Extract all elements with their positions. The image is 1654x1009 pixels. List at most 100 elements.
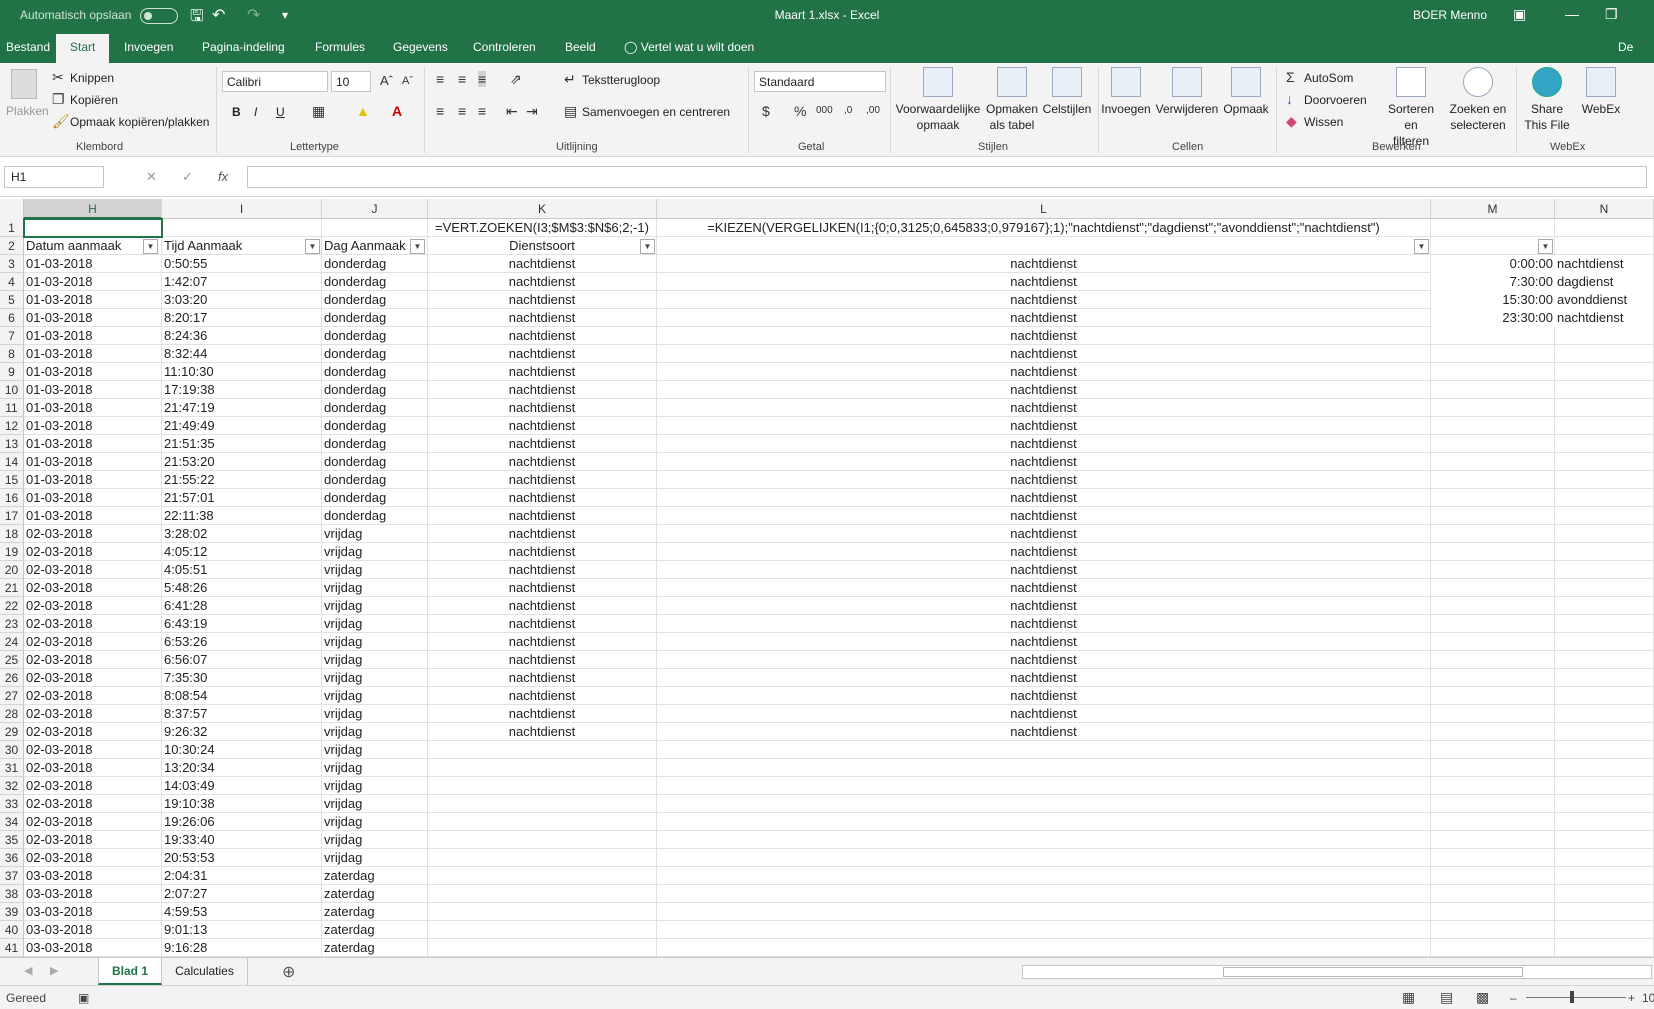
cell-datum[interactable]: 01-03-2018: [24, 489, 162, 507]
cell-dag[interactable]: vrijdag: [322, 813, 428, 831]
cell-tijd[interactable]: 6:43:19: [162, 615, 322, 633]
cell-lookup-shift[interactable]: avonddienst: [1555, 291, 1654, 309]
row-number[interactable]: 20: [0, 561, 24, 579]
row-number[interactable]: 2: [0, 237, 24, 255]
tab-gegevens[interactable]: Gegevens: [393, 40, 448, 54]
row-number[interactable]: 18: [0, 525, 24, 543]
thousands-icon[interactable]: 000: [816, 105, 833, 116]
fill-color-icon[interactable]: ▲: [356, 103, 370, 119]
cell-lookup-time[interactable]: [1431, 615, 1555, 633]
column-header-i[interactable]: I: [162, 199, 322, 219]
cell-dag[interactable]: vrijdag: [322, 849, 428, 867]
row-number[interactable]: 21: [0, 579, 24, 597]
cell-dienstsoort[interactable]: nachtdienst: [428, 471, 657, 489]
cell-lookup-time[interactable]: [1431, 903, 1555, 921]
cell-lookup-time[interactable]: [1431, 507, 1555, 525]
cell-dag[interactable]: donderdag: [322, 345, 428, 363]
font-name-select[interactable]: Calibri: [222, 71, 328, 92]
insert-cells-button[interactable]: Invoegen: [1100, 67, 1152, 117]
cell-l-result[interactable]: nachtdienst: [657, 543, 1431, 561]
cell-lookup-time[interactable]: [1431, 579, 1555, 597]
cell-m2[interactable]: [1431, 237, 1555, 255]
cell-styles-button[interactable]: Celstijlen: [1040, 67, 1094, 117]
currency-icon[interactable]: $: [762, 103, 770, 119]
cell-datum[interactable]: 02-03-2018: [24, 705, 162, 723]
cell-lookup-shift[interactable]: [1555, 633, 1654, 651]
cell-tijd[interactable]: 4:59:53: [162, 903, 322, 921]
select-all-corner[interactable]: [0, 199, 24, 219]
percent-icon[interactable]: %: [794, 103, 806, 119]
cell-dag[interactable]: donderdag: [322, 309, 428, 327]
cell-lookup-shift[interactable]: [1555, 597, 1654, 615]
cell-l-result[interactable]: nachtdienst: [657, 723, 1431, 741]
cell-dag[interactable]: zaterdag: [322, 867, 428, 885]
row-number[interactable]: 8: [0, 345, 24, 363]
cell-tijd[interactable]: 6:41:28: [162, 597, 322, 615]
align-top-icon[interactable]: ≡: [436, 71, 444, 87]
cell-datum[interactable]: 03-03-2018: [24, 921, 162, 939]
cell-lookup-shift[interactable]: [1555, 831, 1654, 849]
cell-tijd[interactable]: 2:07:27: [162, 885, 322, 903]
cell-datum[interactable]: 01-03-2018: [24, 471, 162, 489]
cell-lookup-time[interactable]: [1431, 345, 1555, 363]
zoom-slider-thumb[interactable]: [1570, 991, 1574, 1003]
cell-dienstsoort[interactable]: [428, 867, 657, 885]
cell-l1-formula[interactable]: =KIEZEN(VERGELIJKEN(I1;{0;0,3125;0,64583…: [657, 219, 1431, 237]
cell-dienstsoort[interactable]: [428, 795, 657, 813]
cell-tijd[interactable]: 8:37:57: [162, 705, 322, 723]
row-number[interactable]: 22: [0, 597, 24, 615]
cell-datum[interactable]: 02-03-2018: [24, 687, 162, 705]
cell-dienstsoort[interactable]: nachtdienst: [428, 687, 657, 705]
cell-datum[interactable]: 02-03-2018: [24, 741, 162, 759]
row-number[interactable]: 7: [0, 327, 24, 345]
cell-lookup-time[interactable]: [1431, 525, 1555, 543]
cell-lookup-time[interactable]: [1431, 489, 1555, 507]
underline-button[interactable]: U: [276, 105, 285, 119]
minimize-icon[interactable]: —: [1565, 6, 1579, 22]
cell-dag[interactable]: vrijdag: [322, 795, 428, 813]
cell-dag[interactable]: donderdag: [322, 489, 428, 507]
cell-dienstsoort[interactable]: nachtdienst: [428, 327, 657, 345]
row-number[interactable]: 29: [0, 723, 24, 741]
cell-lookup-shift[interactable]: [1555, 849, 1654, 867]
cell-lookup-time[interactable]: [1431, 723, 1555, 741]
filter-dropdown-icon[interactable]: ▼: [640, 239, 655, 254]
sheet-tab-calculaties[interactable]: Calculaties: [162, 958, 248, 985]
cell-tijd[interactable]: 9:01:13: [162, 921, 322, 939]
cell-lookup-shift[interactable]: nachtdienst: [1555, 309, 1654, 327]
row-number[interactable]: 37: [0, 867, 24, 885]
cell-tijd[interactable]: 11:10:30: [162, 363, 322, 381]
row-number[interactable]: 33: [0, 795, 24, 813]
fill-button[interactable]: Doorvoeren: [1304, 93, 1367, 107]
column-header-l[interactable]: L: [657, 199, 1431, 219]
tab-formules[interactable]: Formules: [315, 40, 365, 54]
cell-datum[interactable]: 01-03-2018: [24, 399, 162, 417]
cell-lookup-shift[interactable]: [1555, 669, 1654, 687]
cell-lookup-shift[interactable]: dagdienst: [1555, 273, 1654, 291]
cell-tijd[interactable]: 7:35:30: [162, 669, 322, 687]
cell-tijd[interactable]: 4:05:12: [162, 543, 322, 561]
cell-datum[interactable]: 01-03-2018: [24, 327, 162, 345]
cell-l-result[interactable]: nachtdienst: [657, 633, 1431, 651]
cell-datum[interactable]: 02-03-2018: [24, 543, 162, 561]
cell-datum[interactable]: 02-03-2018: [24, 669, 162, 687]
cell-dienstsoort[interactable]: [428, 831, 657, 849]
cell-lookup-time[interactable]: [1431, 741, 1555, 759]
cell-l-result[interactable]: nachtdienst: [657, 291, 1431, 309]
cell-j1[interactable]: [322, 219, 428, 237]
cell-datum[interactable]: 03-03-2018: [24, 885, 162, 903]
cell-lookup-shift[interactable]: [1555, 399, 1654, 417]
cell-lookup-shift[interactable]: [1555, 417, 1654, 435]
cell-tijd[interactable]: 22:11:38: [162, 507, 322, 525]
cell-dag[interactable]: vrijdag: [322, 561, 428, 579]
cell-lookup-time[interactable]: [1431, 795, 1555, 813]
macro-record-icon[interactable]: ▣: [78, 991, 89, 1005]
cell-datum[interactable]: 02-03-2018: [24, 759, 162, 777]
cell-lookup-shift[interactable]: [1555, 489, 1654, 507]
cut-button[interactable]: Knippen: [70, 71, 114, 85]
cell-dag[interactable]: zaterdag: [322, 939, 428, 957]
find-select-button[interactable]: Zoeken en selecteren: [1446, 67, 1510, 133]
cell-tijd[interactable]: 8:24:36: [162, 327, 322, 345]
tab-invoegen[interactable]: Invoegen: [124, 40, 173, 54]
cell-m1[interactable]: [1431, 219, 1555, 237]
